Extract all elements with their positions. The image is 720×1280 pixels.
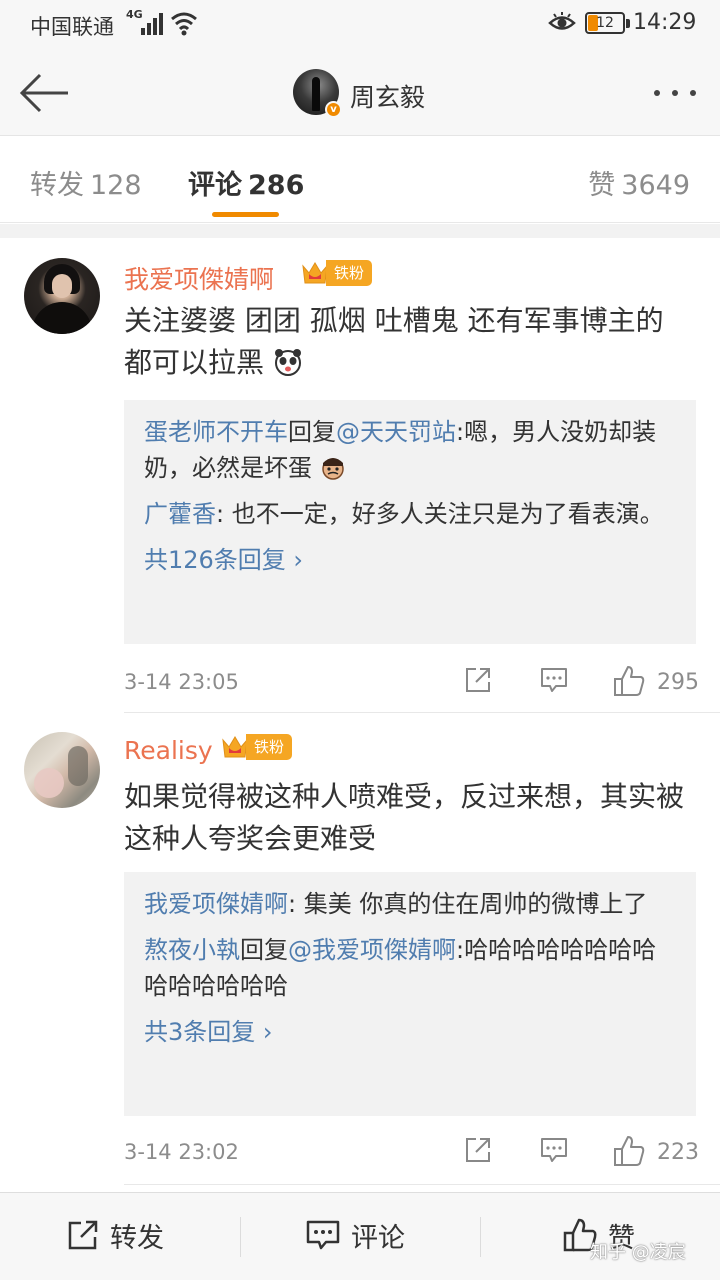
more-options-icon[interactable] — [650, 72, 700, 112]
fan-badge-label: 铁粉 — [246, 734, 293, 760]
panda-emoji-icon — [274, 349, 301, 376]
active-tab-indicator — [212, 212, 279, 217]
repost-button-label: 转发 — [110, 1222, 164, 1254]
like-icon[interactable] — [612, 1134, 646, 1168]
commenter-name[interactable]: Realisy — [124, 736, 213, 765]
like-icon[interactable] — [612, 664, 646, 698]
reply-item: 熬夜小執回复@我爱项傑婧啊:哈哈哈哈哈哈哈哈哈哈哈哈哈哈 — [144, 932, 676, 1004]
comment-divider — [124, 712, 720, 713]
tab-repost-label: 转发 — [30, 170, 84, 201]
comment-body: 关注婆婆 团团 孤烟 吐槽鬼 还有军事博主的 都可以拉黑 — [124, 304, 664, 379]
tab-like-count: 3649 — [621, 170, 690, 201]
comment-divider — [124, 1184, 720, 1185]
view-more-replies-link[interactable]: 共3条回复 › — [144, 1014, 676, 1050]
comment-button-label: 评论 — [351, 1222, 405, 1254]
reply-text: : 集美 你真的住在周帅的微博上了 — [288, 890, 648, 918]
clock: 14:29 — [633, 10, 697, 35]
reply-mention[interactable]: @我爱项傑婧啊 — [288, 936, 456, 964]
reply-user[interactable]: 熬夜小執 — [144, 936, 240, 964]
commenter-avatar[interactable] — [24, 258, 100, 334]
nav-bar: v 周玄毅 — [0, 50, 720, 136]
watermark: 知乎 @凌宸 — [590, 1242, 686, 1263]
reply-verb: 回复 — [240, 936, 288, 964]
reply-icon[interactable] — [538, 1134, 570, 1166]
signal-icon — [141, 13, 163, 35]
comment-meta: 3-14 23:05 295 — [124, 664, 720, 704]
comment-button[interactable]: 评论 — [305, 1215, 405, 1255]
comment-icon — [306, 1220, 340, 1250]
commenter-name[interactable]: 我爱项傑婧啊 — [124, 260, 274, 296]
reply-text: : 也不一定，好多人关注只是为了看表演。 — [216, 500, 664, 528]
reply-user[interactable]: 广藿香 — [144, 500, 216, 528]
reply-preview-box[interactable]: 我爱项傑婧啊: 集美 你真的住在周帅的微博上了 熬夜小執回复@我爱项傑婧啊:哈哈… — [124, 872, 696, 1116]
reply-mention[interactable]: @天天罚站 — [336, 418, 456, 446]
verified-badge-icon: v — [325, 101, 342, 118]
comment-time: 3-14 23:05 — [124, 670, 239, 694]
fan-badge[interactable]: 铁粉 — [220, 732, 293, 762]
like-count: 223 — [657, 1140, 699, 1165]
reply-user[interactable]: 蛋老师不开车 — [144, 418, 288, 446]
fan-badge-label: 铁粉 — [326, 260, 373, 286]
tab-repost-count: 128 — [90, 170, 142, 201]
reply-icon[interactable] — [538, 664, 570, 696]
reply-item: 我爱项傑婧啊: 集美 你真的住在周帅的微博上了 — [144, 886, 676, 922]
repost-button[interactable]: 转发 — [66, 1215, 164, 1255]
tab-like[interactable]: 赞 3649 — [588, 163, 690, 202]
share-icon[interactable] — [462, 1134, 494, 1166]
tab-like-label: 赞 — [588, 170, 616, 201]
comment-meta: 3-14 23:02 223 — [124, 1134, 720, 1174]
reply-item: 广藿香: 也不一定，好多人关注只是为了看表演。 — [144, 496, 676, 532]
eye-comfort-icon — [548, 12, 576, 30]
status-bar: 中国联通 4G 12 14:29 — [0, 0, 720, 50]
comment-text: 关注婆婆 团团 孤烟 吐槽鬼 还有军事博主的 都可以拉黑 — [124, 300, 696, 384]
comment-time: 3-14 23:02 — [124, 1140, 239, 1164]
reply-verb: 回复 — [288, 418, 336, 446]
like-count: 295 — [657, 670, 699, 695]
toolbar-divider — [240, 1217, 241, 1257]
reply-item: 蛋老师不开车回复@天天罚站:嗯，男人没奶却装奶，必然是坏蛋 — [144, 414, 676, 486]
reply-user[interactable]: 我爱项傑婧啊 — [144, 890, 288, 918]
repost-icon — [68, 1220, 98, 1250]
toolbar-divider — [480, 1217, 481, 1257]
fan-badge[interactable]: 铁粉 — [300, 258, 373, 288]
commenter-avatar[interactable] — [24, 732, 100, 808]
wifi-icon — [171, 12, 197, 36]
section-gap — [0, 224, 720, 238]
bottom-toolbar: 转发 评论 赞 — [0, 1192, 720, 1280]
comment-text: 如果觉得被这种人喷难受，反过来想，其实被这种人夸奖会更难受 — [124, 780, 685, 855]
share-icon[interactable] — [462, 664, 494, 696]
interaction-tabs: 转发 128 评论 286 赞 3649 — [0, 137, 720, 223]
back-arrow-icon[interactable] — [16, 68, 72, 118]
tab-comment-count: 286 — [248, 170, 305, 201]
tab-repost[interactable]: 转发 128 — [30, 163, 142, 202]
carrier-name: 中国联通 — [30, 15, 114, 39]
battery-level: 12 — [596, 15, 614, 31]
tab-comment-label: 评论 — [188, 170, 242, 201]
villain-emoji-icon — [321, 458, 344, 480]
battery-icon: 12 — [585, 12, 630, 34]
author-name[interactable]: 周玄毅 — [350, 78, 425, 114]
view-more-replies-link[interactable]: 共126条回复 › — [144, 542, 676, 578]
reply-preview-box[interactable]: 蛋老师不开车回复@天天罚站:嗯，男人没奶却装奶，必然是坏蛋 广藿香: 也不一定，… — [124, 400, 696, 644]
